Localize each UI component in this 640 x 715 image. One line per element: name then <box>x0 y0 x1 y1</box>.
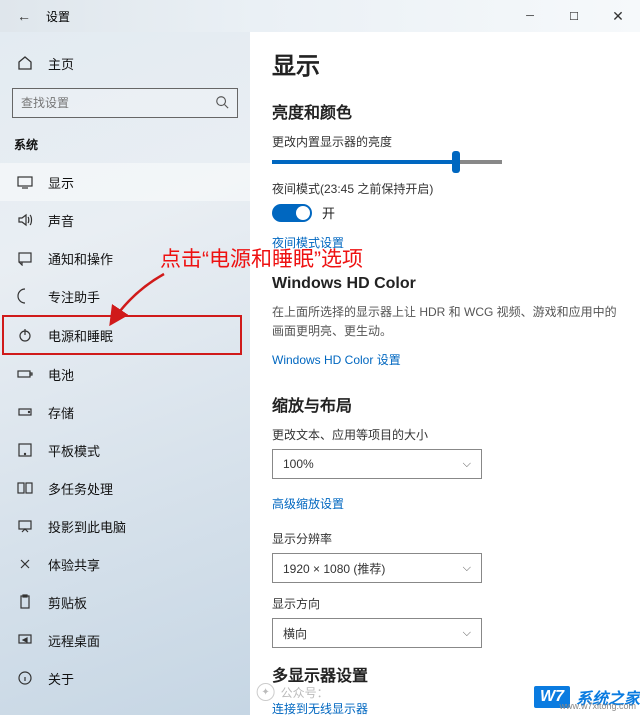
storage-icon <box>16 403 34 421</box>
sidebar-item-shared[interactable]: 体验共享 <box>0 545 250 583</box>
resolution-value: 1920 × 1080 (推荐) <box>283 560 385 577</box>
sidebar-item-label: 多任务处理 <box>48 479 113 498</box>
sidebar-item-display[interactable]: 显示 <box>0 163 250 201</box>
orientation-select[interactable]: 横向 ⌵ <box>272 618 482 648</box>
sidebar-item-label: 剪贴板 <box>48 593 87 612</box>
sidebar-item-focus[interactable]: 专注助手 <box>0 277 250 315</box>
night-mode-link[interactable]: 夜间模式设置 <box>272 234 344 251</box>
titlebar: ← 设置 ─ ☐ ✕ <box>0 0 640 32</box>
sidebar-item-label: 存储 <box>48 403 74 422</box>
sidebar-item-project[interactable]: 投影到此电脑 <box>0 507 250 545</box>
sidebar-item-label: 专注助手 <box>48 287 100 306</box>
watermark-center-text: 公众号： <box>281 684 329 701</box>
sidebar-item-multitask[interactable]: 多任务处理 <box>0 469 250 507</box>
tablet-icon <box>16 441 34 459</box>
watermark-sub: www.w7xitong.com <box>559 701 636 711</box>
sidebar-item-about[interactable]: 关于 <box>0 659 250 697</box>
orientation-label: 显示方向 <box>272 595 620 612</box>
display-icon <box>16 173 34 191</box>
sidebar-item-storage[interactable]: 存储 <box>0 393 250 431</box>
search-icon <box>207 95 237 112</box>
about-icon <box>16 669 34 687</box>
minimize-button[interactable]: ─ <box>508 0 552 32</box>
sidebar-item-label: 声音 <box>48 211 74 230</box>
resolution-label: 显示分辨率 <box>272 530 620 547</box>
night-mode-state: 开 <box>322 203 335 222</box>
sidebar-item-label: 通知和操作 <box>48 249 113 268</box>
chevron-down-icon: ⌵ <box>463 627 471 640</box>
focus-icon <box>16 287 34 305</box>
home-icon <box>16 54 34 72</box>
chevron-down-icon: ⌵ <box>463 458 471 471</box>
sidebar-item-notifications[interactable]: 通知和操作 <box>0 239 250 277</box>
notifications-icon <box>16 249 34 267</box>
sidebar-item-clipboard[interactable]: 剪贴板 <box>0 583 250 621</box>
scale-heading: 缩放与布局 <box>272 392 620 416</box>
remote-icon <box>16 631 34 649</box>
search-input[interactable] <box>13 96 207 110</box>
scale-value: 100% <box>283 457 314 471</box>
sidebar-item-label: 投影到此电脑 <box>48 517 126 536</box>
sidebar-item-label: 显示 <box>48 173 74 192</box>
sidebar-item-remote[interactable]: 远程桌面 <box>0 621 250 659</box>
wireless-display-link[interactable]: 连接到无线显示器 <box>272 700 368 715</box>
shared-icon <box>16 555 34 573</box>
sidebar-item-label: 体验共享 <box>48 555 100 574</box>
brightness-label: 更改内置显示器的亮度 <box>272 133 620 150</box>
chevron-down-icon: ⌵ <box>463 562 471 575</box>
resolution-select[interactable]: 1920 × 1080 (推荐) ⌵ <box>272 553 482 583</box>
sidebar-item-tablet[interactable]: 平板模式 <box>0 431 250 469</box>
window-title: 设置 <box>46 8 70 25</box>
sidebar-item-label: 平板模式 <box>48 441 100 460</box>
multitask-icon <box>16 479 34 497</box>
hdcolor-link[interactable]: Windows HD Color 设置 <box>272 351 401 368</box>
sidebar-item-sound[interactable]: 声音 <box>0 201 250 239</box>
hdcolor-desc: 在上面所选择的显示器上让 HDR 和 WCG 视频、游戏和应用中的画面更明亮、更… <box>272 303 620 341</box>
scale-select[interactable]: 100% ⌵ <box>272 449 482 479</box>
orientation-value: 横向 <box>283 625 307 642</box>
sidebar-section: 系统 <box>0 132 250 163</box>
sidebar: 主页 系统 显示 声音 通知和操作 <box>0 32 250 715</box>
watermark-right: W7 系统之家 www.w7xitong.com <box>534 685 640 709</box>
home-button[interactable]: 主页 <box>0 44 250 82</box>
hdcolor-heading: Windows HD Color <box>272 275 620 293</box>
sidebar-item-label: 远程桌面 <box>48 631 100 650</box>
clipboard-icon <box>16 593 34 611</box>
page-title: 显示 <box>272 46 620 81</box>
home-label: 主页 <box>48 54 74 73</box>
search-box[interactable] <box>12 88 238 118</box>
close-button[interactable]: ✕ <box>596 0 640 32</box>
sidebar-item-label: 关于 <box>48 669 74 688</box>
sidebar-item-power[interactable]: 电源和睡眠 <box>2 315 242 355</box>
battery-icon <box>16 365 34 383</box>
night-mode-toggle[interactable] <box>272 204 312 222</box>
scale-size-label: 更改文本、应用等项目的大小 <box>272 426 620 443</box>
sidebar-item-label: 电池 <box>48 365 74 384</box>
power-icon <box>16 326 34 344</box>
back-button[interactable]: ← <box>12 8 36 24</box>
brightness-slider[interactable] <box>272 160 502 164</box>
sidebar-item-label: 电源和睡眠 <box>48 326 113 345</box>
watermark-center: ✦ 公众号： <box>257 683 329 701</box>
advanced-scale-link[interactable]: 高级缩放设置 <box>272 495 344 512</box>
night-mode-label: 夜间模式(23:45 之前保持开启) <box>272 180 620 197</box>
brightness-heading: 亮度和颜色 <box>272 99 620 123</box>
sidebar-item-battery[interactable]: 电池 <box>0 355 250 393</box>
maximize-button[interactable]: ☐ <box>552 0 596 32</box>
project-icon <box>16 517 34 535</box>
wechat-icon: ✦ <box>257 683 275 701</box>
content-pane: 显示 亮度和颜色 更改内置显示器的亮度 夜间模式(23:45 之前保持开启) 开… <box>250 32 640 715</box>
sound-icon <box>16 211 34 229</box>
